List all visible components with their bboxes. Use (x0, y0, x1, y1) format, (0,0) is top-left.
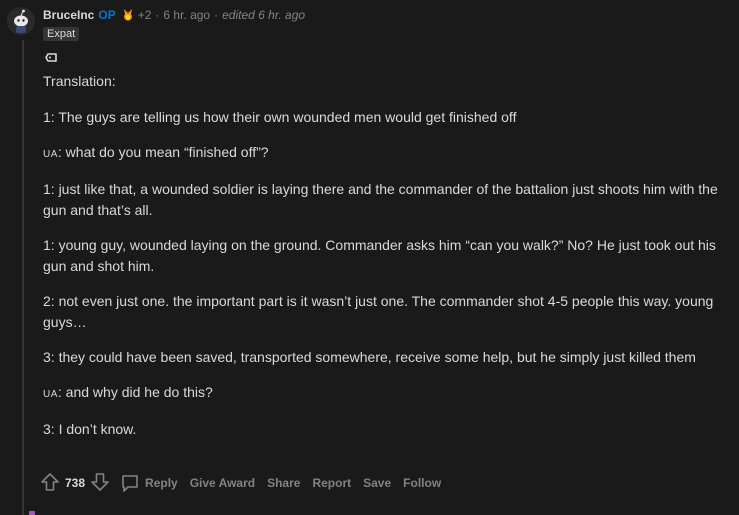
thread-line[interactable] (22, 40, 24, 515)
share-button[interactable]: Share (267, 476, 300, 490)
line-text: : just like that, a wounded soldier is l… (43, 181, 718, 218)
give-award-button[interactable]: Give Award (190, 476, 255, 490)
speaker-label: 3 (43, 421, 51, 437)
translation-label: Translation: (43, 73, 116, 89)
speaker-label: 2 (43, 293, 51, 309)
upvote-arrow-icon[interactable] (40, 472, 60, 495)
dialogue-line: 3: I don’t know. (43, 419, 723, 440)
dialogue-line: 2: not even just one. the important part… (43, 291, 723, 333)
flag-icon (45, 51, 59, 69)
comment-bubble-icon (120, 473, 140, 493)
line-text: : The guys are telling us how their own … (50, 109, 517, 125)
line-text: : not even just one. the important part … (43, 293, 714, 330)
speaker-label: UA (43, 389, 58, 400)
author-name[interactable]: BruceInc (43, 8, 94, 22)
follow-button[interactable]: Follow (403, 476, 441, 490)
dialogue-line: 1: young guy, wounded laying on the grou… (43, 235, 723, 277)
reply-button[interactable]: Reply (120, 473, 178, 493)
speaker-label: 3 (43, 349, 51, 365)
report-button[interactable]: Report (312, 476, 351, 490)
line-text: : they could have been saved, transporte… (50, 349, 696, 365)
separator-dot: · (155, 8, 160, 22)
next-comment-edge (29, 511, 35, 515)
downvote-arrow-icon[interactable] (90, 472, 110, 495)
snoo-avatar-icon (7, 7, 35, 35)
dialogue-line: 1: The guys are telling us how their own… (43, 107, 723, 128)
vote-group: 738 (40, 472, 110, 495)
user-flair: Expat (43, 27, 80, 41)
speaker-label: UA (43, 149, 58, 160)
line-text: : young guy, wounded laying on the groun… (43, 237, 716, 274)
vote-count: 738 (65, 476, 86, 490)
dialogue-line: 3: they could have been saved, transport… (43, 347, 723, 368)
speaker-label: 1 (43, 109, 51, 125)
speaker-label: 1 (43, 181, 51, 197)
line-text: : what do you mean “finished off”? (57, 144, 269, 160)
reply-label: Reply (145, 476, 178, 490)
dialogue-line: UA: and why did he do this? (43, 382, 723, 405)
op-badge: OP (98, 8, 116, 22)
edited-timestamp: edited 6 hr. ago (222, 8, 306, 22)
line-text: : and why did he do this? (57, 384, 213, 400)
speaker-label: 1 (43, 237, 51, 253)
user-avatar[interactable] (7, 7, 35, 35)
comment-header: BruceInc OP +2 · 6 hr. ago · edited 6 hr… (43, 7, 305, 23)
comment-actions: 738 Reply Give Award Share Report Save F… (40, 472, 453, 494)
comment-body: Translation: 1: The guys are telling us … (43, 71, 723, 440)
timestamp[interactable]: 6 hr. ago (163, 8, 210, 22)
save-button[interactable]: Save (363, 476, 391, 490)
award-icon[interactable] (121, 8, 135, 22)
line-text: : I don’t know. (50, 421, 137, 437)
dialogue-line: UA: what do you mean “finished off”? (43, 142, 723, 165)
award-count: +2 (137, 8, 152, 22)
dialogue-line: 1: just like that, a wounded soldier is … (43, 179, 723, 221)
separator-dot: · (214, 8, 219, 22)
